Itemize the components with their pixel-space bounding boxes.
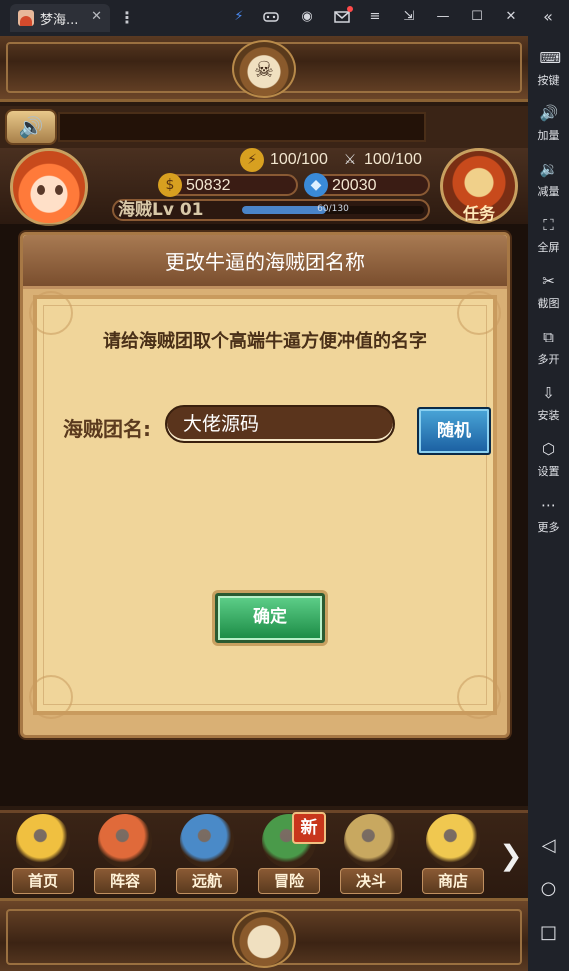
anchor-icon	[180, 814, 234, 868]
home-icon	[16, 814, 70, 868]
sidebar-item-label: 设置	[537, 465, 560, 478]
app-favicon-icon	[18, 10, 34, 26]
crew-lineup-icon	[98, 814, 152, 868]
coin-icon: $	[158, 173, 182, 197]
more-menu-icon[interactable]: ⋮	[119, 8, 135, 28]
nav-item-lineup[interactable]: 阵容	[86, 814, 164, 896]
nav-item-voyage[interactable]: 远航	[168, 814, 246, 896]
tab-close-icon[interactable]: ✕	[91, 9, 102, 24]
fullscreen-icon: ⛶	[543, 216, 554, 234]
emulator-window: 梦海... ✕ ⋮ ⚡ ◉ ≡ ⇲ — ☐ ✕ « ⌨ 按键 🔊 加量 🔉 减量…	[0, 0, 569, 971]
dialog-prompt: 请给海贼团取个高端牛逼方便冲值的名字	[103, 331, 427, 352]
mail-icon[interactable]	[333, 6, 353, 26]
coins-value: 50832	[186, 177, 231, 194]
game-screen: 🔊 ⚡ 100/100 ⚔ 100/100 $ 50832 ◆ 20030 海贼…	[0, 36, 528, 971]
new-badge: 新	[292, 812, 326, 844]
announcement-track	[58, 112, 426, 142]
rename-dialog: 更改牛逼的海贼团名称 请给海贼团取个高端牛逼方便冲值的名字 海贼团名: 大佬源码…	[20, 232, 510, 738]
player-avatar[interactable]	[10, 148, 88, 226]
corner-ornament-icon	[29, 675, 73, 719]
apk-install-icon: ⇩	[542, 384, 555, 402]
nav-item-duel[interactable]: 决斗	[332, 814, 410, 896]
speaker-icon: 🔊	[18, 115, 44, 139]
popout-icon[interactable]: ⇲	[400, 8, 418, 26]
title-bar: 梦海... ✕ ⋮ ⚡ ◉ ≡ ⇲ — ☐ ✕ «	[0, 0, 569, 36]
task-label: 任务	[462, 204, 495, 223]
boost-icon[interactable]: ⚡	[230, 8, 248, 26]
dialog-header: 更改牛逼的海贼团名称	[23, 235, 507, 289]
sidebar-item-screenshot[interactable]: ✂ 截图	[528, 272, 569, 322]
energy-value: 100/100	[364, 151, 422, 168]
dialog-body: 请给海贼团取个高端牛逼方便冲值的名字 海贼团名: 大佬源码 随机 确定	[29, 291, 501, 719]
sidebar-item-label: 安装	[537, 409, 560, 422]
tab-title: 梦海...	[40, 12, 79, 28]
confirm-button[interactable]: 确定	[215, 593, 325, 643]
nav-item-label: 商店	[422, 868, 484, 894]
minimize-icon[interactable]: —	[434, 8, 452, 26]
sidebar-item-more[interactable]: ⋯ 更多	[528, 496, 569, 546]
nav-item-shop[interactable]: 商店	[414, 814, 492, 896]
sidebar-item-label: 截图	[537, 297, 560, 310]
keyboard-icon: ⌨	[539, 49, 562, 67]
multi-window-icon: ⧉	[543, 328, 554, 346]
sidebar-item-volume-up[interactable]: 🔊 加量	[528, 104, 569, 154]
nav-item-label: 冒险	[258, 868, 320, 894]
nav-item-label: 阵容	[94, 868, 156, 894]
scissors-icon: ✂	[542, 272, 555, 290]
level-label: 海贼Lv 01	[118, 200, 204, 220]
corner-ornament-icon	[457, 675, 501, 719]
sidebar-item-label: 减量	[537, 185, 560, 198]
nav-item-home[interactable]: 首页	[4, 814, 82, 896]
volume-up-icon: 🔊	[539, 104, 559, 122]
random-name-button[interactable]: 随机	[417, 407, 491, 455]
android-back-icon[interactable]: ◁	[528, 831, 569, 861]
account-icon[interactable]: ◉	[298, 8, 316, 26]
stamina-value: 100/100	[270, 151, 328, 168]
android-recent-icon[interactable]: □	[528, 918, 569, 948]
sidebar-item-install[interactable]: ⇩ 安装	[528, 384, 569, 434]
sidebar-item-label: 全屏	[537, 241, 560, 254]
skull-emblem-icon	[232, 910, 296, 968]
app-tab[interactable]: 梦海... ✕	[10, 4, 110, 32]
nav-item-label: 决斗	[340, 868, 402, 894]
crew-name-label: 海贼团名:	[63, 417, 151, 441]
sidebar-item-label: 按键	[537, 74, 560, 87]
nav-item-label: 远航	[176, 868, 238, 894]
skull-emblem-icon	[232, 40, 296, 98]
xp-text: 60/130	[317, 204, 349, 214]
sidebar-item-fullscreen[interactable]: ⛶ 全屏	[528, 216, 569, 266]
dialog-title: 更改牛逼的海贼团名称	[165, 250, 365, 274]
diamond-icon: ◆	[304, 173, 328, 197]
gems-value: 20030	[332, 177, 377, 194]
crossed-swords-icon	[344, 814, 398, 868]
sidebar-item-label: 多开	[537, 353, 560, 366]
lightning-icon: ⚡	[240, 148, 264, 172]
maximize-icon[interactable]: ☐	[468, 8, 486, 26]
sidebar-item-label: 更多	[537, 521, 560, 534]
more-icon: ⋯	[541, 496, 556, 514]
skull-coin-icon	[426, 814, 480, 868]
hamburger-menu-icon[interactable]: ≡	[366, 8, 384, 26]
sidebar-item-volume-down[interactable]: 🔉 减量	[528, 160, 569, 210]
collapse-sidebar-icon[interactable]: «	[539, 8, 557, 26]
gamepad-icon[interactable]	[262, 8, 280, 26]
gear-icon: ⬡	[541, 440, 556, 458]
sidebar-item-settings[interactable]: ⬡ 设置	[528, 440, 569, 490]
close-window-icon[interactable]: ✕	[502, 8, 520, 26]
android-home-icon[interactable]: ○	[528, 874, 569, 904]
speaker-button[interactable]: 🔊	[5, 109, 57, 145]
sidebar-item-multi-instance[interactable]: ⧉ 多开	[528, 328, 569, 378]
crossed-swords-icon: ⚔	[343, 152, 357, 168]
sidebar-item-label: 加量	[537, 129, 560, 142]
volume-down-icon: 🔉	[539, 160, 559, 178]
crew-name-input[interactable]: 大佬源码	[165, 405, 395, 443]
sidebar-item-keymap[interactable]: ⌨ 按键	[528, 49, 569, 99]
nav-item-label: 首页	[12, 868, 74, 894]
emulator-sidebar: ⌨ 按键 🔊 加量 🔉 减量 ⛶ 全屏 ✂ 截图 ⧉ 多开 ⇩ 安装 ⬡ 设置 …	[528, 36, 569, 971]
chevron-right-icon[interactable]: ❯	[498, 836, 524, 876]
notification-dot	[347, 6, 353, 12]
